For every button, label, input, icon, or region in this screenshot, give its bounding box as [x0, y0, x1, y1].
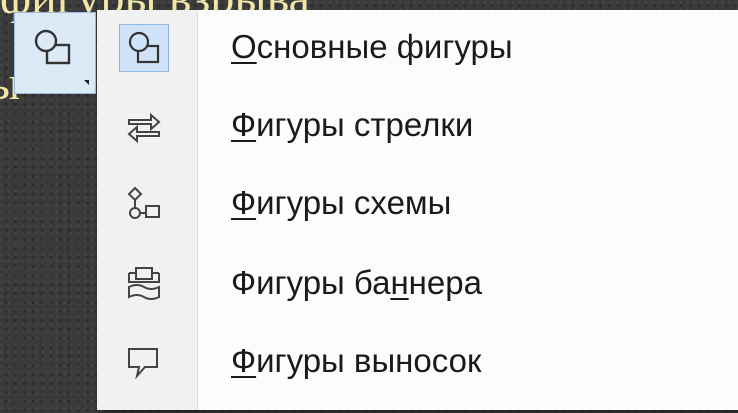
arrow-shapes-icon	[119, 102, 169, 150]
menu-item-label: Фигуры стрелки	[231, 106, 474, 143]
menu-item-flowchart-shapes[interactable]: Фигуры схемы	[97, 166, 738, 242]
menu-item-label: Основные фигуры	[231, 28, 513, 65]
menu-item-label: Фигуры выносок	[231, 342, 482, 379]
menu-item-label: Фигуры баннера	[231, 264, 482, 301]
shapes-dropdown-menu: Основные фигуры Фигуры стрелки Фигуры сх…	[97, 10, 738, 410]
callout-shapes-icon	[119, 338, 169, 386]
shapes-ribbon-button[interactable]	[14, 12, 96, 94]
banner-shapes-icon	[119, 260, 169, 308]
menu-item-callout-shapes[interactable]: Фигуры выносок	[97, 324, 738, 400]
menu-item-banner-shapes[interactable]: Фигуры баннера	[97, 246, 738, 322]
dropdown-arrow-icon[interactable]	[84, 80, 89, 85]
menu-item-basic-shapes[interactable]: Основные фигуры	[97, 10, 738, 86]
menu-item-arrow-shapes[interactable]: Фигуры стрелки	[97, 88, 738, 164]
basic-shapes-icon	[119, 24, 169, 72]
menu-item-label: Фигуры схемы	[231, 184, 452, 221]
flowchart-shapes-icon	[119, 180, 169, 228]
shapes-icon	[33, 27, 77, 71]
